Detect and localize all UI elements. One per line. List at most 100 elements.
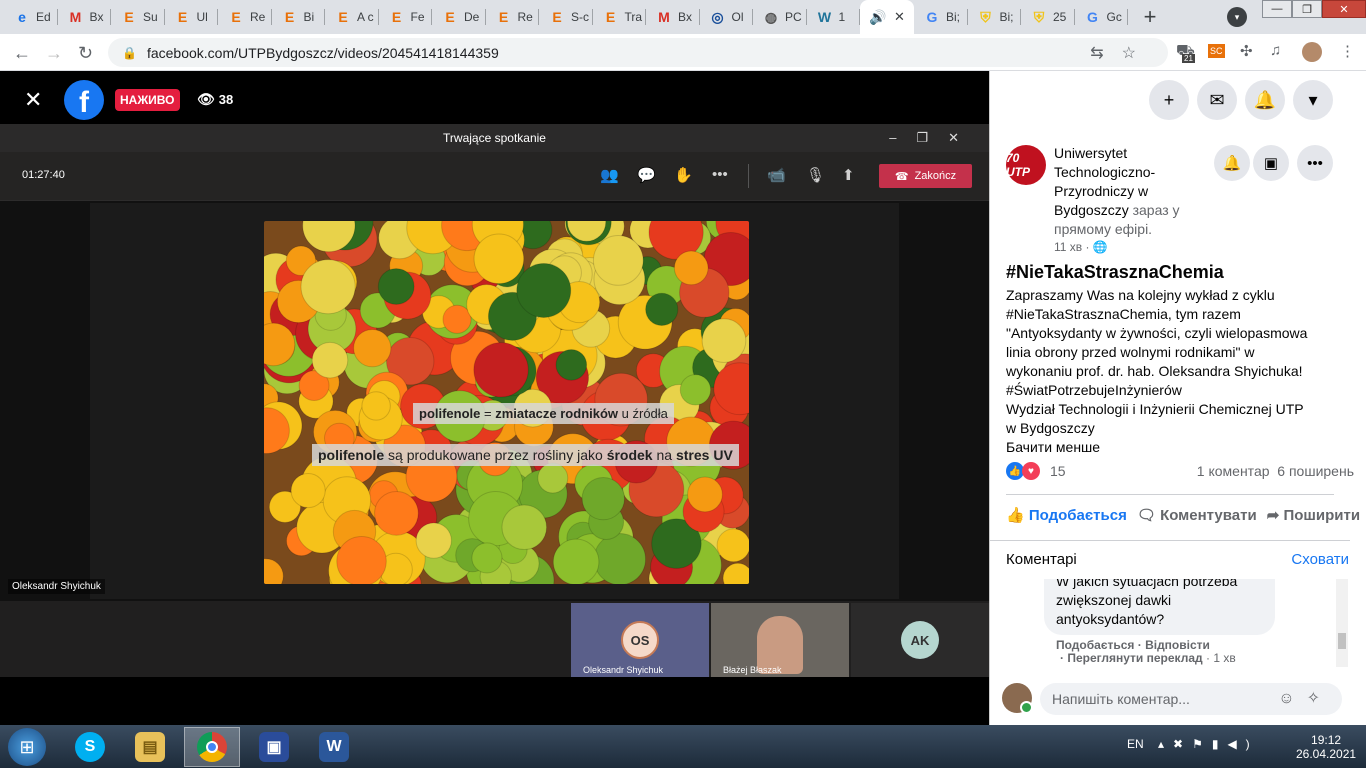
- browser-tab[interactable]: E Tra: [593, 0, 647, 34]
- browser-tab[interactable]: ◎ Ol: [700, 0, 754, 34]
- gmail-icon: M: [69, 9, 82, 25]
- see-translation-link[interactable]: Переглянути переклад: [1067, 651, 1202, 665]
- page-name[interactable]: Uniwersytet Technologiczno-Przyrodniczy …: [1054, 144, 1204, 239]
- comments-scrollbar[interactable]: [1336, 579, 1348, 667]
- browser-tab[interactable]: E Fe: [379, 0, 433, 34]
- more-icon[interactable]: •••: [712, 166, 728, 183]
- browser-tab[interactable]: E Re: [486, 0, 540, 34]
- notifications-icon[interactable]: 🔔: [1245, 80, 1285, 120]
- browser-tab[interactable]: 🔊 ✕: [860, 0, 914, 34]
- comment-button[interactable]: 🗨 Коментувати: [1137, 506, 1257, 524]
- e-icon: E: [391, 9, 402, 25]
- browser-tab[interactable]: W1: [807, 0, 861, 34]
- browser-tab[interactable]: E Re: [218, 0, 272, 34]
- translate-icon: G: [1087, 9, 1098, 25]
- browser-tab[interactable]: E Ul: [165, 0, 219, 34]
- e-icon: E: [445, 9, 455, 25]
- comment-like-link[interactable]: Подобається: [1056, 638, 1134, 652]
- participant-tile[interactable]: OS Oleksandr Shyichuk: [571, 603, 709, 677]
- tab-strip: e Ed M Bx E Su E Ul E Re E Bi E A c E Fe E De E Re E S-c E Tra M…: [0, 0, 1366, 34]
- media-icon[interactable]: ♫: [1270, 42, 1281, 59]
- sc-extension-icon[interactable]: SC: [1208, 44, 1225, 58]
- save-icon[interactable]: ▣: [1253, 145, 1289, 181]
- chrome-button[interactable]: [184, 727, 240, 767]
- translate-icon[interactable]: ⇆☆: [1090, 43, 1154, 63]
- browser-tab[interactable]: E S-c: [539, 0, 593, 34]
- clock[interactable]: 19:12 26.04.2021: [1296, 733, 1356, 761]
- reactions-summary[interactable]: 👍 ♥ 15: [1006, 462, 1066, 480]
- divider: [990, 540, 1350, 541]
- love-reaction-icon: ♥: [1022, 462, 1040, 480]
- browser-tab[interactable]: E De: [432, 0, 486, 34]
- folder-icon: ▤: [135, 732, 165, 762]
- see-less-link[interactable]: Бачити менше: [1006, 438, 1346, 457]
- restore-button[interactable]: ❐: [1292, 0, 1322, 18]
- disk-button[interactable]: ▣: [246, 727, 302, 767]
- language-indicator[interactable]: EN: [1127, 737, 1144, 751]
- more-options-icon[interactable]: •••: [1297, 145, 1333, 181]
- create-icon[interactable]: +: [1149, 80, 1189, 120]
- participants-icon[interactable]: 👥: [600, 166, 619, 184]
- shield-icon: ⛨: [980, 8, 991, 25]
- tray-icons[interactable]: ▴✖⚑▮◀): [1158, 737, 1259, 751]
- browser-tab[interactable]: M Bx: [58, 0, 112, 34]
- profile-avatar[interactable]: [1302, 42, 1322, 62]
- end-call-button[interactable]: ☎ Zakończ: [879, 164, 972, 188]
- new-tab-button[interactable]: +: [1136, 3, 1164, 31]
- close-video-icon[interactable]: ✕: [24, 87, 42, 113]
- browser-tab[interactable]: E Bi: [272, 0, 326, 34]
- browser-tab[interactable]: M Bx: [646, 0, 700, 34]
- participant-name: Błażej Błaszak: [723, 665, 782, 675]
- browser-tab[interactable]: E Su: [111, 0, 165, 34]
- menu-icon[interactable]: ⋮: [1340, 42, 1355, 60]
- tab-search-icon[interactable]: ▾: [1227, 7, 1247, 27]
- comment-actions-2: · Переглянути переклад · 1 хв: [1060, 651, 1236, 665]
- user-avatar[interactable]: [1002, 683, 1033, 714]
- browser-tab[interactable]: G Gc: [1075, 0, 1129, 34]
- minimize-button[interactable]: —: [1262, 0, 1292, 18]
- camera-off-icon[interactable]: 📹: [767, 166, 786, 184]
- comment-input[interactable]: Напишіть коментар... ☺✧: [1040, 683, 1342, 715]
- puzzle-icon[interactable]: ✣: [1240, 42, 1253, 60]
- chat-icon[interactable]: 💬: [637, 166, 656, 184]
- like-button[interactable]: 👍 Подобається: [1006, 506, 1127, 524]
- engagement-counts[interactable]: 1 коментар 6 поширень: [1197, 463, 1354, 479]
- facebook-logo-icon[interactable]: f: [64, 80, 104, 120]
- participant-tile[interactable]: Błażej Błaszak: [711, 603, 849, 677]
- word-button[interactable]: W: [306, 727, 362, 767]
- mic-off-icon[interactable]: 🎙: [806, 166, 825, 184]
- post-hashtag-title[interactable]: #NieTakaStrasznaChemia: [1006, 262, 1224, 283]
- messenger-icon[interactable]: ✉: [1197, 80, 1237, 120]
- forward-icon[interactable]: →: [45, 43, 63, 64]
- browser-tab[interactable]: ◍ PC: [753, 0, 807, 34]
- account-menu-icon[interactable]: ▾: [1293, 80, 1333, 120]
- e-icon: E: [231, 9, 241, 25]
- share-button[interactable]: ➦ Поширити: [1267, 506, 1360, 524]
- e-icon: E: [498, 9, 509, 25]
- bell-icon[interactable]: 🔔: [1214, 145, 1250, 181]
- explorer-button[interactable]: ▤: [122, 727, 178, 767]
- start-button[interactable]: ⊞: [8, 728, 46, 766]
- close-window-button[interactable]: ✕: [1322, 0, 1366, 18]
- address-bar[interactable]: 🔒 facebook.com/UTPBydgoszcz/videos/20454…: [108, 38, 1168, 67]
- share-screen-icon[interactable]: ⬆: [842, 166, 855, 184]
- browser-tab[interactable]: ⛨ 25: [1021, 0, 1075, 34]
- emoji-icon[interactable]: ☺✧: [1278, 683, 1332, 715]
- skype-button[interactable]: S: [62, 727, 118, 767]
- browser-tab[interactable]: EA c: [325, 0, 379, 34]
- gmail-icon: M: [658, 9, 670, 25]
- presenter-name: Oleksandr Shyichuk: [8, 579, 105, 594]
- back-icon[interactable]: ←: [13, 43, 31, 64]
- page-logo[interactable]: 70 UTP: [1006, 145, 1046, 185]
- reload-icon[interactable]: ↻: [78, 43, 93, 64]
- browser-tab[interactable]: e Ed: [4, 0, 58, 34]
- close-tab-icon[interactable]: ✕: [894, 9, 905, 25]
- reactions-icon[interactable]: ✋: [674, 166, 693, 184]
- browser-tab[interactable]: G Bi;: [914, 0, 968, 34]
- uni-icon: ◎: [711, 8, 724, 25]
- browser-tab[interactable]: ⛨ Bi;: [968, 0, 1022, 34]
- hide-comments-link[interactable]: Сховати: [1291, 551, 1349, 568]
- video-player[interactable]: ✕ f НАЖИВО 👁 38 Trwające spotkanie –❐✕ 01…: [0, 71, 989, 725]
- comment-reply-link[interactable]: Відповісти: [1145, 638, 1210, 652]
- participant-tile[interactable]: AK: [851, 603, 989, 677]
